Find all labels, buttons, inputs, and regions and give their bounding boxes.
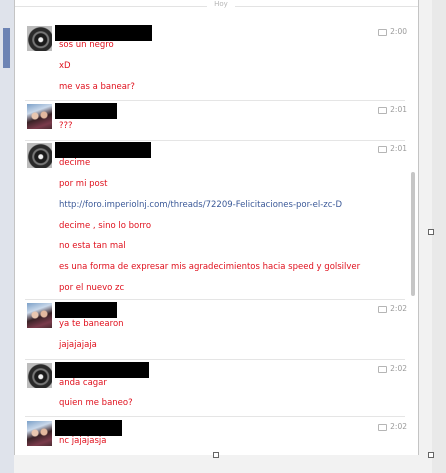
redacted-sender-name xyxy=(55,25,152,41)
speech-bubble-icon xyxy=(378,28,388,36)
message-line: quien me baneo? xyxy=(59,398,133,408)
message-line: xD xyxy=(59,61,71,71)
message-line: anda cagar xyxy=(59,378,107,388)
left-panel-edge xyxy=(0,0,14,473)
avatar[interactable] xyxy=(27,26,52,51)
message-time: 2:02 xyxy=(378,364,407,373)
message-time: 2:02 xyxy=(378,304,407,313)
message-line: ??? xyxy=(59,121,73,131)
chat-conversation-window[interactable]: Hoy 2:00 sos un negro xD me vas a banear… xyxy=(14,0,419,455)
message-time: 2:02 xyxy=(378,422,407,431)
message-separator xyxy=(25,416,405,417)
avatar[interactable] xyxy=(27,303,52,328)
message-time: 2:01 xyxy=(378,105,407,114)
redacted-sender-name xyxy=(55,420,122,436)
resize-handle-corner[interactable] xyxy=(428,452,434,458)
message-line: por el nuevo zc xyxy=(59,283,125,293)
scrollbar-thumb[interactable] xyxy=(411,172,415,296)
message-line: sos un negro xyxy=(59,40,114,50)
redacted-sender-name xyxy=(55,103,117,119)
speech-bubble-icon xyxy=(378,423,388,431)
right-panel-edge xyxy=(432,0,446,473)
message-line: me vas a banear? xyxy=(59,82,135,92)
message-line: jajajajaja xyxy=(59,340,97,350)
speech-bubble-icon xyxy=(378,106,388,114)
redacted-sender-name xyxy=(55,362,149,378)
message-line: nc jajajasja xyxy=(59,436,107,446)
message-separator xyxy=(25,359,405,360)
message-line: decime xyxy=(59,158,91,168)
resize-handle-bottom[interactable] xyxy=(213,452,219,458)
avatar[interactable] xyxy=(27,421,52,446)
speech-bubble-icon xyxy=(378,365,388,373)
avatar[interactable] xyxy=(27,104,52,129)
resize-handle-right[interactable] xyxy=(428,229,434,235)
left-panel-accent xyxy=(3,28,10,68)
message-line: ya te banearon xyxy=(59,319,124,329)
redacted-sender-name xyxy=(55,142,151,158)
redacted-sender-name xyxy=(55,302,117,318)
message-separator xyxy=(25,100,405,101)
message-line: por mi post xyxy=(59,179,108,189)
message-separator xyxy=(25,299,405,300)
message-line: no esta tan mal xyxy=(59,241,126,251)
message-line: decime , sino lo borro xyxy=(59,221,152,231)
speech-bubble-icon xyxy=(378,145,388,153)
day-label: Hoy xyxy=(207,0,235,9)
message-time: 2:01 xyxy=(378,144,407,153)
message-line: es una forma de expresar mis agradecimie… xyxy=(59,262,361,272)
message-separator xyxy=(25,140,405,141)
avatar[interactable] xyxy=(27,143,52,168)
speech-bubble-icon xyxy=(378,305,388,313)
avatar[interactable] xyxy=(27,363,52,388)
message-link[interactable]: http://foro.imperiolnj.com/threads/72209… xyxy=(59,200,342,210)
message-time: 2:00 xyxy=(378,27,407,36)
